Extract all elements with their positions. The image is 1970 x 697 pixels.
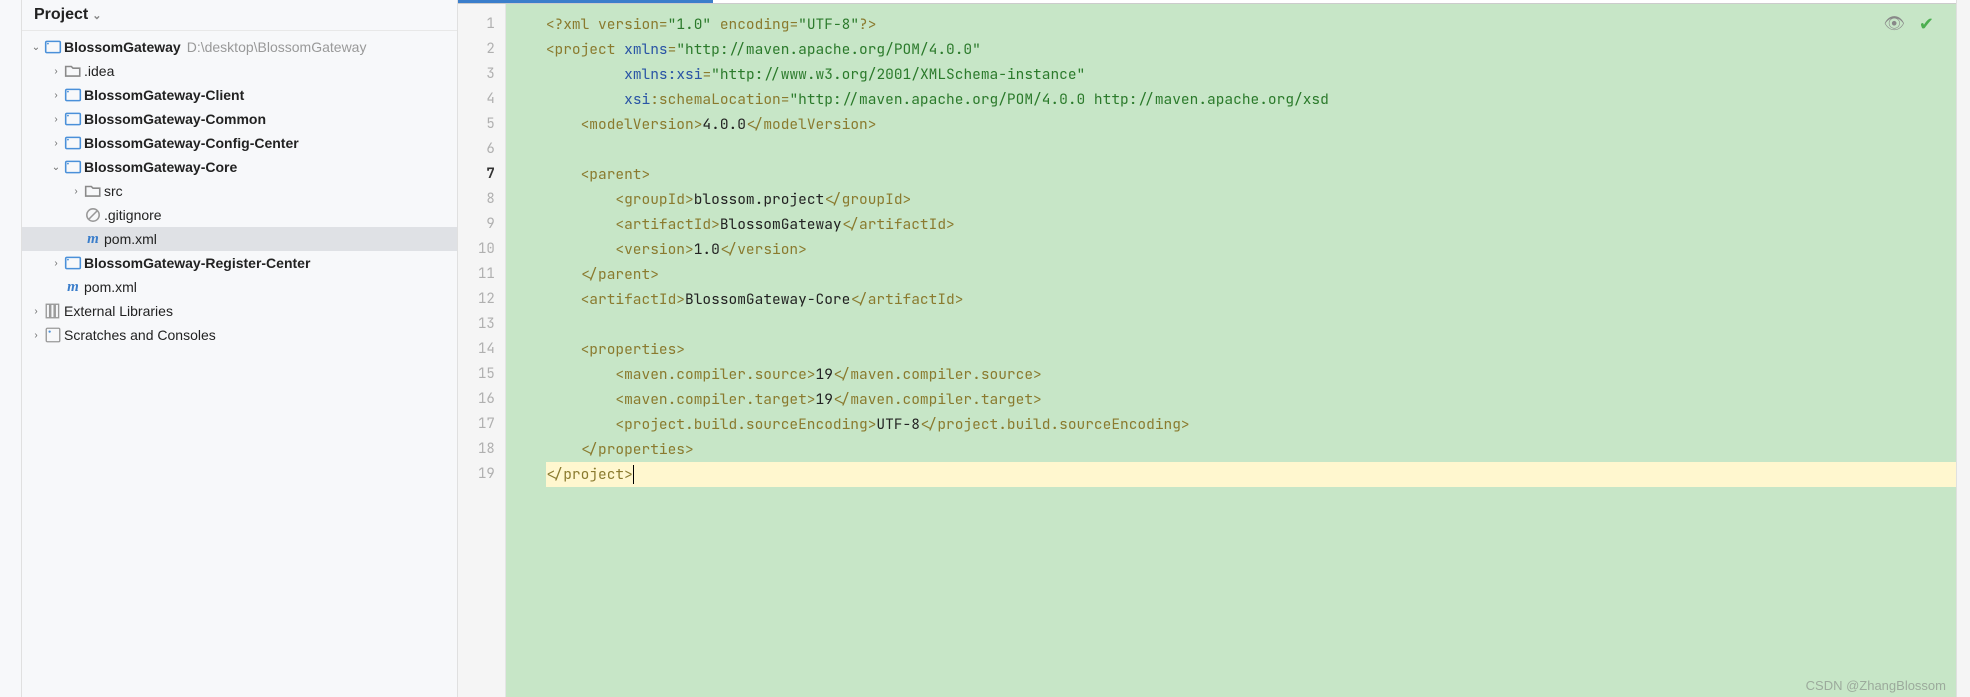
ignore-icon [84, 206, 102, 224]
tree-label: External Libraries [64, 303, 173, 319]
line-number: 9 [478, 212, 495, 237]
maven-icon: m [84, 231, 102, 248]
code-content[interactable]: <?xml version="1.0" encoding="UTF-8"?><p… [506, 4, 1956, 697]
editor-body[interactable]: 1 2 3 4 5 6 7 8 9 10 11 12 13 14 15 16 1… [458, 4, 1956, 697]
tree-label: .gitignore [104, 207, 162, 223]
line-number: 4 [478, 87, 495, 112]
maven-icon: m [727, 0, 738, 3]
inspection-widget[interactable]: 👁 ✔ [1883, 14, 1934, 35]
right-tool-stripe[interactable] [1956, 0, 1970, 697]
tree-label: BlossomGateway-Common [84, 111, 266, 127]
chevron-right-icon[interactable]: › [48, 138, 64, 149]
chevron-right-icon[interactable]: › [48, 90, 64, 101]
line-number: 19 [478, 462, 495, 487]
tree-label: pom.xml [84, 279, 137, 295]
scratch-icon [44, 326, 62, 344]
project-panel-header[interactable]: Project ⌄ [22, 0, 457, 31]
line-gutter[interactable]: 1 2 3 4 5 6 7 8 9 10 11 12 13 14 15 16 1… [458, 4, 506, 697]
tab-label: pom.xml (BlossomGateway-Config-Center) [964, 0, 1231, 3]
module-icon [64, 110, 82, 128]
line-number: 16 [478, 387, 495, 412]
line-number: 10 [478, 237, 495, 262]
project-panel: Project ⌄ ⌄ BlossomGateway D:\desktop\Bl… [22, 0, 458, 697]
text-caret [633, 465, 634, 484]
line-number: 8 [478, 187, 495, 212]
project-title: Project [34, 6, 88, 24]
line-number: 2 [478, 37, 495, 62]
line-number: 1 [478, 12, 495, 37]
tree-path: D:\desktop\BlossomGateway [187, 39, 367, 55]
project-tree[interactable]: ⌄ BlossomGateway D:\desktop\BlossomGatew… [22, 31, 457, 351]
reader-mode-icon[interactable]: 👁 [1883, 14, 1905, 35]
tree-item-idea[interactable]: › .idea [22, 59, 457, 83]
maven-icon: m [472, 0, 483, 3]
tab-pom-other[interactable]: m pom.xml (Bloss [1245, 0, 1386, 3]
line-number: 6 [478, 137, 495, 162]
tree-label: pom.xml [104, 231, 157, 247]
chevron-right-icon[interactable]: › [48, 114, 64, 125]
line-number: 13 [478, 312, 495, 337]
tree-item-client[interactable]: › BlossomGateway-Client [22, 83, 457, 107]
line-number: 14 [478, 337, 495, 362]
module-icon [44, 38, 62, 56]
tree-item-pom-root[interactable]: · m pom.xml [22, 275, 457, 299]
chevron-down-icon[interactable]: ⌄ [48, 162, 64, 173]
line-number: 5 [478, 112, 495, 137]
tab-pom-root[interactable]: m pom.xml (BlossomGateway) [713, 0, 933, 3]
tab-pom-config[interactable]: m pom.xml (BlossomGateway-Config-Center) [933, 0, 1245, 3]
line-number: 15 [478, 362, 495, 387]
inspection-ok-icon[interactable]: ✔ [1919, 14, 1934, 35]
folder-icon [84, 182, 102, 200]
tree-item-external-libs[interactable]: › External Libraries [22, 299, 457, 323]
tool-window-stripe[interactable] [0, 0, 22, 697]
maven-icon: m [1259, 0, 1270, 3]
tree-label: src [104, 183, 123, 199]
line-number: 18 [478, 437, 495, 462]
maven-icon: m [947, 0, 958, 3]
chevron-right-icon[interactable]: › [28, 330, 44, 341]
module-icon [64, 254, 82, 272]
tree-label: .idea [84, 63, 114, 79]
tree-item-gitignore[interactable]: · .gitignore [22, 203, 457, 227]
folder-icon [64, 62, 82, 80]
tab-pom-core[interactable]: m pom.xml (BlossomGateway-Core) [458, 0, 713, 3]
module-icon [64, 158, 82, 176]
module-icon [64, 86, 82, 104]
tab-label: pom.xml (BlossomGateway-Core) [489, 0, 699, 3]
maven-icon: m [64, 279, 82, 296]
tree-label: BlossomGateway-Client [84, 87, 244, 103]
line-number: 3 [478, 62, 495, 87]
editor-area: m pom.xml (BlossomGateway-Core) m pom.xml … [458, 0, 1956, 697]
tree-item-scratches[interactable]: › Scratches and Consoles [22, 323, 457, 347]
line-number: 11 [478, 262, 495, 287]
tree-item-src[interactable]: › src [22, 179, 457, 203]
tree-item-config-center[interactable]: › BlossomGateway-Config-Center [22, 131, 457, 155]
chevron-right-icon[interactable]: › [48, 258, 64, 269]
line-number: 7 [478, 162, 495, 187]
tree-label: BlossomGateway [64, 39, 181, 55]
line-number: 12 [478, 287, 495, 312]
tree-item-core[interactable]: ⌄ BlossomGateway-Core [22, 155, 457, 179]
tab-label: pom.xml (Bloss [1276, 0, 1372, 3]
chevron-down-icon: ⌄ [92, 9, 101, 22]
watermark: CSDN @ZhangBlossom [1806, 678, 1946, 693]
tree-root[interactable]: ⌄ BlossomGateway D:\desktop\BlossomGatew… [22, 35, 457, 59]
tab-label: pom.xml (BlossomGateway) [744, 0, 919, 3]
tree-label: BlossomGateway-Register-Center [84, 255, 310, 271]
tree-label: Scratches and Consoles [64, 327, 216, 343]
tree-item-common[interactable]: › BlossomGateway-Common [22, 107, 457, 131]
tree-item-pom-core[interactable]: · m pom.xml [22, 227, 457, 251]
tree-label: BlossomGateway-Core [84, 159, 237, 175]
library-icon [44, 302, 62, 320]
line-number: 17 [478, 412, 495, 437]
chevron-right-icon[interactable]: › [28, 306, 44, 317]
chevron-down-icon[interactable]: ⌄ [28, 42, 44, 53]
module-icon [64, 134, 82, 152]
chevron-right-icon[interactable]: › [48, 66, 64, 77]
chevron-right-icon[interactable]: › [68, 186, 84, 197]
tree-label: BlossomGateway-Config-Center [84, 135, 299, 151]
tree-item-register-center[interactable]: › BlossomGateway-Register-Center [22, 251, 457, 275]
